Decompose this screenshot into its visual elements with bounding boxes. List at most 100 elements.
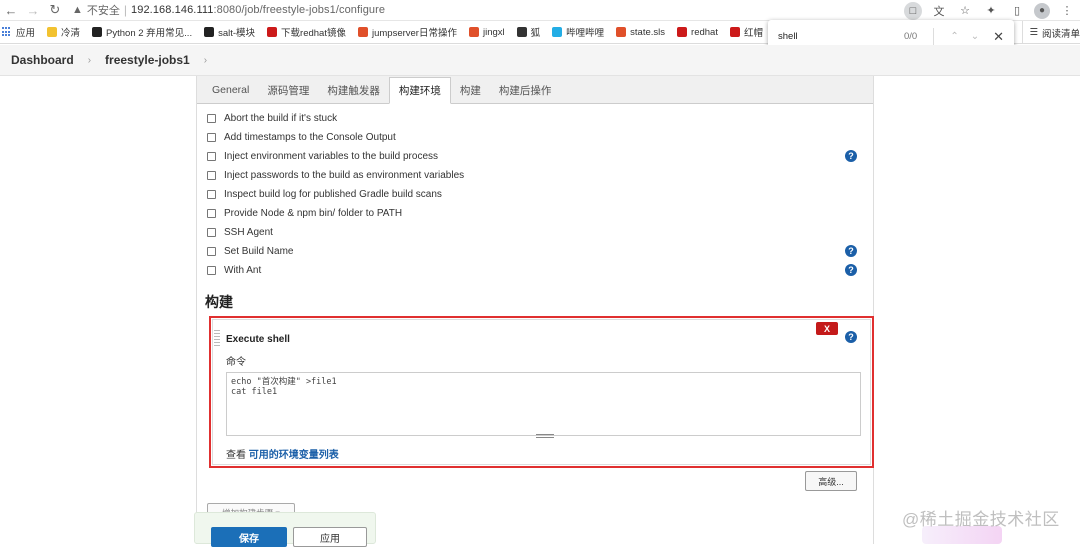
apply-button[interactable]: 应用 <box>293 527 367 547</box>
reading-list[interactable]: ☰ 阅读清单 <box>1022 21 1080 43</box>
bookmark-item[interactable]: jingxl <box>468 27 505 38</box>
option-row: Inspect build log for published Gradle b… <box>207 185 867 204</box>
find-close-icon[interactable]: ✕ <box>993 29 1004 45</box>
back-arrow-icon[interactable]: ← <box>0 3 22 18</box>
option-row: Add timestamps to the Console Output <box>207 128 867 147</box>
find-input[interactable] <box>778 31 888 42</box>
tab-5[interactable]: 构建后操作 <box>490 77 561 103</box>
profile-avatar[interactable]: ● <box>1034 2 1050 19</box>
find-divider <box>933 27 935 46</box>
bookmark-label: jumpserver日常操作 <box>371 28 457 39</box>
textarea-resize-handle[interactable] <box>536 434 554 438</box>
bookmark-item[interactable]: 应用 <box>2 25 35 39</box>
breadcrumb-dashboard[interactable]: Dashboard <box>11 53 74 67</box>
option-checkbox[interactable] <box>207 152 216 161</box>
option-row: Set Build Name? <box>207 242 867 261</box>
menu-kebab-icon[interactable]: ⋮ <box>1058 2 1076 20</box>
option-label[interactable]: Inject passwords to the build as environ… <box>224 170 464 181</box>
drag-handle-icon[interactable] <box>214 330 220 348</box>
help-icon[interactable]: ? <box>845 245 857 257</box>
bookmark-label: 应用 <box>16 28 36 39</box>
bookmark-item[interactable]: 哔哩哔哩 <box>552 25 604 39</box>
apps-grid-icon <box>2 27 12 37</box>
env-vars-link[interactable]: 可用的环境变量列表 <box>249 450 339 461</box>
option-checkbox[interactable] <box>207 171 216 180</box>
bookmark-item[interactable]: 红帽 <box>729 25 763 39</box>
reload-icon[interactable]: ↻ <box>44 2 66 18</box>
option-label[interactable]: Add timestamps to the Console Output <box>224 132 396 143</box>
help-icon[interactable]: ? <box>845 264 857 276</box>
tab-3[interactable]: 构建环境 <box>388 77 451 104</box>
bookmark-label: 红帽 <box>743 28 763 39</box>
bookmark-item[interactable]: state.sls <box>616 27 665 38</box>
watermark: @稀土掘金技术社区 <box>902 510 1060 529</box>
translate-icon[interactable]: 文 <box>930 2 948 20</box>
bookmark-favicon-icon <box>47 27 58 37</box>
chevron-right-icon: › <box>87 54 92 66</box>
bookmark-favicon-icon <box>677 27 688 37</box>
build-section-title: 构建 <box>205 294 233 310</box>
option-label[interactable]: Inject environment variables to the buil… <box>224 151 438 162</box>
option-label[interactable]: Provide Node & npm bin/ folder to PATH <box>224 208 402 219</box>
bookmark-label: 哔哩哔哩 <box>566 28 605 39</box>
bookmark-item[interactable]: Python 2 弃用常见... <box>92 25 192 39</box>
command-label: 命令 <box>226 357 246 368</box>
sidebar-toggle-icon[interactable]: ▯ <box>1008 2 1026 20</box>
tab-1[interactable]: 源码管理 <box>258 77 318 103</box>
advanced-button[interactable]: 高级... <box>805 471 857 491</box>
bookmark-item[interactable]: 下载redhat镜像 <box>267 25 346 39</box>
bookmark-label: redhat <box>691 26 718 38</box>
help-icon[interactable]: ? <box>845 150 857 162</box>
option-checkbox[interactable] <box>207 133 216 142</box>
find-next-icon[interactable]: ⌄ <box>971 31 979 42</box>
bookmark-item[interactable]: 冷清 <box>47 25 80 39</box>
save-button[interactable]: 保存 <box>211 527 287 547</box>
bookmark-favicon-icon <box>267 27 278 37</box>
url-text[interactable]: 192.168.146.111:8080/job/freestyle-jobs1… <box>131 4 385 16</box>
option-checkbox[interactable] <box>207 209 216 218</box>
option-label[interactable]: Abort the build if it's stuck <box>224 113 337 124</box>
chevron-right-icon: › <box>203 54 208 66</box>
bookmark-label: 狐 <box>530 28 541 39</box>
bookmark-favicon-icon <box>516 27 527 37</box>
option-row: Provide Node & npm bin/ folder to PATH <box>207 204 867 223</box>
bookmark-item[interactable]: jumpserver日常操作 <box>357 25 457 39</box>
breadcrumb-job[interactable]: freestyle-jobs1 <box>105 53 190 67</box>
bookmark-label: state.sls <box>630 26 666 38</box>
option-checkbox[interactable] <box>207 190 216 199</box>
bottom-action-bar: 保存 应用 <box>194 512 376 547</box>
bookmark-item[interactable]: salt-模块 <box>204 25 255 39</box>
bookmark-favicon-icon <box>357 27 368 37</box>
browser-toolbar: ← → ↻ ▲ 不安全 | 192.168.146.111:8080/job/f… <box>0 0 1080 21</box>
reading-list-icon: ☰ <box>1029 27 1038 38</box>
option-checkbox[interactable] <box>207 247 216 256</box>
option-label[interactable]: Set Build Name <box>224 246 293 257</box>
bookmark-item[interactable]: 狐 <box>516 25 541 39</box>
forward-arrow-icon[interactable]: → <box>22 3 44 18</box>
option-checkbox[interactable] <box>207 114 216 123</box>
option-label[interactable]: With Ant <box>224 265 261 276</box>
option-label[interactable]: SSH Agent <box>224 227 273 238</box>
config-panel: General 源码管理 构建触发器 构建环境 构建 构建后操作 Abort the bu… <box>196 76 874 544</box>
option-checkbox[interactable] <box>207 266 216 275</box>
url-separator: | <box>123 3 128 17</box>
option-label[interactable]: Inspect build log for published Gradle b… <box>224 189 442 200</box>
tab-2[interactable]: 构建触发器 <box>318 77 389 103</box>
breadcrumb: Dashboard › freestyle-jobs1 › <box>0 45 1080 76</box>
bookmark-item[interactable]: redhat <box>677 27 718 38</box>
option-checkbox[interactable] <box>207 228 216 237</box>
help-icon[interactable]: ? <box>845 331 857 343</box>
address-bar[interactable]: ▲ 不安全 | 192.168.146.111:8080/job/freesty… <box>72 0 385 21</box>
tab-0[interactable]: General <box>203 77 258 103</box>
find-prev-icon[interactable]: ⌃ <box>950 31 958 42</box>
option-row: Inject passwords to the build as environ… <box>207 166 867 185</box>
tab-4[interactable]: 构建 <box>451 77 490 103</box>
execute-shell-step: Execute shell X ? 命令 echo "首次构建" >file1 … <box>212 319 871 465</box>
security-label: 不安全 <box>86 5 120 17</box>
reading-list-label: 阅读清单 <box>1041 28 1080 40</box>
delete-step-button[interactable]: X <box>816 322 838 335</box>
command-textarea[interactable]: echo "首次构建" >file1 cat file1 <box>226 372 861 436</box>
star-icon[interactable]: ☆ <box>956 2 974 20</box>
find-in-page-icon[interactable]: □ <box>904 1 922 20</box>
extensions-icon[interactable]: ✦ <box>982 2 1000 20</box>
